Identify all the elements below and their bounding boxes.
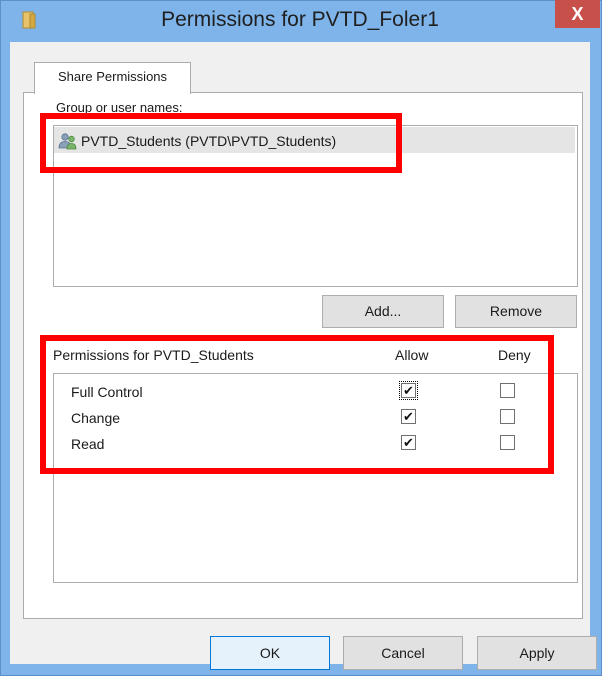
annotation-highlight-user <box>40 113 402 173</box>
group-user-names-label: Group or user names: <box>56 100 183 114</box>
apply-button[interactable]: Apply <box>477 636 597 670</box>
dialog-title: Permissions for PVTD_Foler1 <box>161 8 439 31</box>
add-button[interactable]: Add... <box>322 295 444 328</box>
cancel-button[interactable]: Cancel <box>343 636 463 670</box>
ok-button[interactable]: OK <box>210 636 330 670</box>
close-button[interactable]: X <box>555 0 600 28</box>
remove-button[interactable]: Remove <box>455 295 577 328</box>
tab-share-permissions[interactable]: Share Permissions <box>34 62 191 94</box>
annotation-highlight-permissions <box>40 335 554 474</box>
